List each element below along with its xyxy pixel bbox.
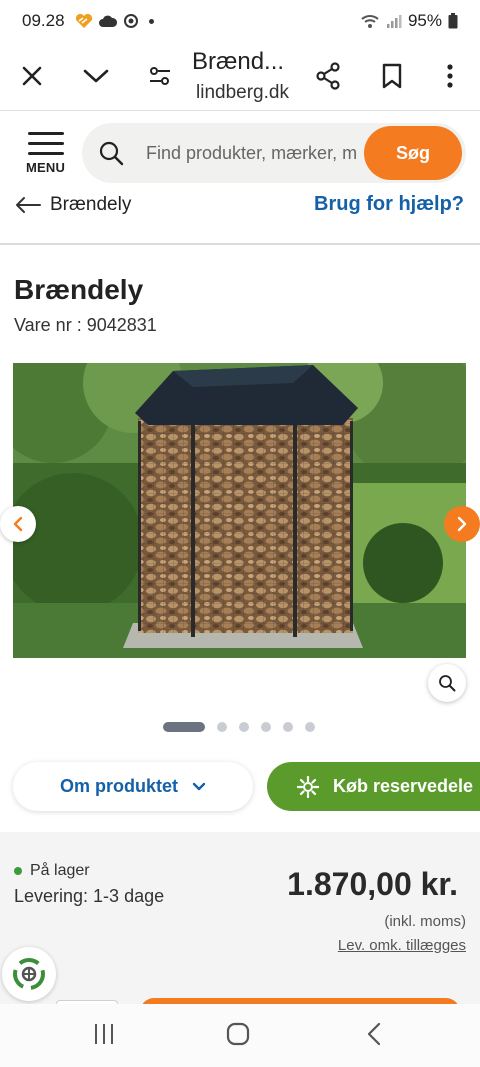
share-button[interactable] (308, 56, 348, 96)
home-button[interactable] (218, 1018, 258, 1050)
product-image[interactable] (13, 363, 466, 658)
about-product-button[interactable]: Om produktet (13, 762, 253, 811)
pagination-dot[interactable] (239, 722, 249, 732)
sync-icon (123, 14, 138, 28)
pagination-dot[interactable] (261, 722, 271, 732)
recent-apps-icon (95, 1024, 113, 1044)
home-icon (226, 1022, 250, 1046)
bookmark-icon (382, 63, 402, 89)
in-stock-dot (14, 867, 22, 875)
heart-app-icon (75, 13, 92, 28)
firewood-shelter-photo (13, 363, 466, 658)
chevron-down-icon (192, 782, 206, 790)
search-icon (99, 141, 124, 166)
recycle-icon (13, 958, 45, 990)
pagination-dot[interactable] (217, 722, 227, 732)
chevron-down-icon (83, 69, 109, 83)
image-prev-button[interactable] (0, 506, 36, 542)
recent-apps-button[interactable] (84, 1018, 124, 1050)
buy-spare-parts-button[interactable]: Køb reservedele (267, 762, 480, 811)
header-divider (0, 243, 480, 245)
page-settings-button[interactable] (140, 56, 180, 96)
more-vertical-icon (447, 64, 453, 88)
bookmark-button[interactable] (372, 56, 412, 96)
cloud-icon (98, 15, 117, 27)
magnifier-icon (439, 675, 456, 692)
buy-spare-parts-label: Køb reservedele (333, 776, 474, 796)
product-title: Brændely (14, 274, 144, 305)
zoom-button[interactable] (428, 664, 466, 702)
battery-icon (448, 13, 458, 29)
pagination-dot[interactable] (305, 722, 315, 732)
gear-icon (297, 775, 319, 798)
arrow-left-icon (16, 197, 41, 213)
minimize-button[interactable] (76, 56, 116, 96)
close-icon (22, 66, 42, 86)
more-options-button[interactable] (430, 56, 470, 96)
item-number: Vare nr : 9042831 (14, 315, 157, 335)
stock-status-label: På lager (30, 862, 90, 879)
status-bar: 09.28 95% (0, 0, 480, 42)
address-url[interactable]: lindberg.dk (196, 82, 289, 104)
system-navigation-bar (0, 1004, 480, 1067)
product-price: 1.870,00 kr. (287, 866, 458, 902)
image-next-button[interactable] (444, 506, 480, 542)
menu-label: MENU (26, 160, 66, 175)
status-notification-icons (75, 13, 154, 29)
help-link[interactable]: Brug for hjælp? (314, 193, 464, 216)
pagination-dot[interactable] (163, 722, 205, 732)
status-time: 09.28 (22, 11, 65, 30)
close-tab-button[interactable] (12, 56, 52, 96)
delivery-time: Levering: 1-3 dage (14, 886, 165, 906)
recycle-badge[interactable] (2, 947, 56, 1001)
battery-percent: 95% (407, 11, 442, 30)
back-button[interactable] (354, 1018, 394, 1050)
search-button[interactable]: Søg (364, 126, 462, 180)
stock-status: På lager (14, 862, 90, 880)
signal-icon (386, 15, 402, 28)
browser-divider (0, 110, 480, 111)
tab-title: Brænd... (192, 48, 285, 75)
image-pagination (163, 722, 315, 732)
chevron-right-icon (457, 516, 467, 532)
vat-note: (inkl. moms) (384, 913, 466, 930)
browser-toolbar: Brænd... lindberg.dk (0, 42, 480, 110)
search-input[interactable] (146, 133, 376, 173)
shipping-note-link[interactable]: Lev. omk. tillægges (338, 937, 466, 954)
wifi-icon (361, 15, 379, 28)
pagination-dot[interactable] (283, 722, 293, 732)
menu-button[interactable]: MENU (22, 130, 74, 176)
hamburger-icon (28, 132, 64, 135)
back-icon (367, 1022, 381, 1046)
more-notifications-dot (148, 18, 154, 24)
back-link[interactable]: Brændely (14, 194, 131, 216)
back-link-label: Brændely (50, 194, 132, 215)
chevron-left-icon (13, 516, 23, 532)
about-product-label: Om produktet (59, 776, 178, 796)
share-icon (316, 62, 340, 90)
tune-icon (150, 67, 170, 85)
